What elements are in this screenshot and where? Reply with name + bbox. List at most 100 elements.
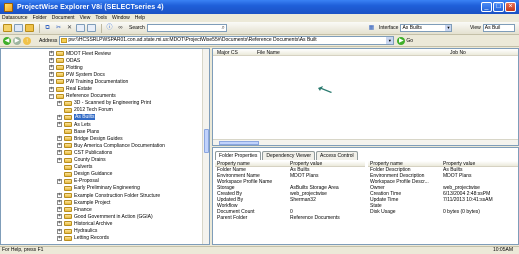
expand-icon[interactable]: +: [49, 86, 54, 92]
tree-item[interactable]: + Hydraulics: [57, 228, 97, 235]
expand-icon[interactable]: +: [49, 79, 54, 85]
expand-icon[interactable]: +: [57, 143, 62, 149]
tree-item[interactable]: +3D - Scanned by Engineering Print: [57, 100, 151, 107]
title-bar[interactable]: ProjectWise Explorer V8i (SELECTseries 4…: [0, 0, 519, 14]
expand-icon[interactable]: +: [57, 214, 62, 220]
paste-icon[interactable]: ✂: [54, 24, 63, 32]
expand-icon[interactable]: +: [57, 157, 62, 163]
address-input[interactable]: pw:\\HCSSRLPWSPAR01.con.ad.state.mi.us:M…: [59, 36, 395, 45]
minimize-button[interactable]: _: [481, 2, 492, 12]
menu-window[interactable]: Window: [112, 15, 130, 21]
tree-item[interactable]: + PW System Docs: [49, 71, 105, 78]
expand-icon[interactable]: +: [57, 122, 62, 127]
expand-icon[interactable]: +: [57, 200, 62, 206]
tree-item[interactable]: + CST Publications: [57, 149, 112, 156]
expand-icon[interactable]: +: [57, 193, 62, 198]
tree-item[interactable]: + ODAS: [49, 57, 80, 64]
expand-icon[interactable]: +: [57, 178, 62, 184]
expand-icon[interactable]: +: [57, 150, 62, 156]
menu-tools[interactable]: Tools: [95, 15, 107, 21]
tree-item[interactable]: + Example Project: [57, 199, 110, 206]
tree-item[interactable]: Design Guidance: [57, 171, 112, 178]
info-icon[interactable]: ⓘ: [105, 24, 114, 32]
tree-item[interactable]: + County Drains: [57, 157, 106, 164]
back-arrow-icon[interactable]: ◀: [3, 36, 11, 45]
tab-dependency-viewer[interactable]: Dependency Viewer: [262, 151, 316, 160]
expand-icon[interactable]: +: [57, 228, 62, 234]
tree-item[interactable]: Culverts: [57, 164, 92, 171]
tree-item[interactable]: Base Plans: [57, 128, 99, 135]
folder-icon: [64, 107, 72, 113]
menu-help[interactable]: Help: [135, 15, 145, 21]
expand-icon[interactable]: +: [57, 136, 62, 142]
tree-item[interactable]: + Finance: [57, 206, 92, 213]
binoculars-icon[interactable]: ∞: [116, 24, 125, 32]
view-dropdown[interactable]: As Buil: [482, 24, 515, 32]
column-major-cs[interactable]: Major CS: [217, 50, 238, 56]
expand-icon[interactable]: +: [49, 72, 54, 78]
menu-document[interactable]: Document: [52, 15, 75, 21]
tree-scrollbar[interactable]: [202, 49, 209, 244]
up-folder-icon[interactable]: ↑: [23, 36, 31, 45]
scrollbar-thumb[interactable]: [204, 129, 209, 153]
new-document-icon[interactable]: [14, 24, 23, 32]
tree-item[interactable]: + Letting Records: [57, 235, 109, 242]
tree-item[interactable]: + As Lets: [57, 121, 91, 128]
copy-icon[interactable]: ⧉: [43, 24, 52, 32]
tree-item[interactable]: + Historical Archive: [57, 220, 112, 227]
menu-datasource[interactable]: Datasource: [2, 15, 28, 21]
delete-icon[interactable]: ✕: [65, 24, 74, 32]
expand-icon[interactable]: +: [57, 207, 62, 213]
search-icon[interactable]: ⌕: [221, 25, 224, 31]
menu-view[interactable]: View: [80, 15, 91, 21]
tree-item[interactable]: + MDOT Fleet Review: [49, 50, 111, 57]
tree-item[interactable]: − Reference Documents: [49, 93, 116, 100]
tree-item[interactable]: + As Builts: [57, 114, 96, 121]
expand-icon[interactable]: +: [57, 114, 62, 120]
list-view-icon[interactable]: [76, 24, 85, 32]
expand-icon[interactable]: +: [49, 58, 54, 64]
scrollbar-thumb[interactable]: [219, 141, 259, 145]
folder-icon[interactable]: [25, 24, 34, 32]
tab-folder-properties[interactable]: Folder Properties: [215, 151, 262, 160]
expand-icon[interactable]: +: [57, 100, 62, 106]
folder-icon: [64, 143, 72, 149]
tree-item[interactable]: + Example Construction Folder Structure: [57, 192, 160, 199]
details-view-icon[interactable]: [87, 24, 96, 32]
collapse-icon[interactable]: −: [49, 93, 54, 99]
property-row[interactable]: Disk Usage 0 bytes (0 bytes): [368, 209, 518, 215]
tree-item[interactable]: 2012 Tech Forum: [57, 107, 113, 114]
maximize-button[interactable]: □: [493, 2, 504, 12]
go-button[interactable]: ▶ Go: [397, 36, 413, 45]
property-name: Parent Folder: [217, 215, 248, 221]
column-job-no[interactable]: Job No: [450, 50, 466, 56]
tree-item[interactable]: + Good Government in Action (GGIA): [57, 213, 153, 220]
tree-item[interactable]: + E-Proposal: [57, 178, 99, 185]
toolbar: ⧉ ✂ ✕ ⓘ ∞ Search ⌕ ▦ Interface As Builts…: [0, 22, 519, 35]
tree-item-label: CST Publications: [74, 149, 113, 156]
tree-item[interactable]: + Bridge Design Guides: [57, 135, 123, 142]
menu-folder[interactable]: Folder: [33, 15, 47, 21]
tree-item[interactable]: + Real Estate: [49, 86, 92, 93]
tree-item[interactable]: Early Preliminary Engineering: [57, 185, 140, 192]
column-file-name[interactable]: File Name: [257, 50, 280, 56]
close-button[interactable]: ×: [505, 2, 516, 12]
expand-icon[interactable]: +: [57, 221, 62, 227]
list-scrollbar[interactable]: [213, 139, 518, 145]
tree-item[interactable]: + PW Training Documentation: [49, 78, 128, 85]
chevron-down-icon[interactable]: ▼: [445, 25, 452, 31]
forward-arrow-icon[interactable]: ▶: [13, 36, 21, 45]
tab-access-control[interactable]: Access Control: [316, 151, 358, 160]
expand-icon[interactable]: +: [49, 51, 54, 56]
tree-item[interactable]: + Buy America Compliance Documentation: [57, 142, 165, 149]
cursor-arrow-icon: [318, 86, 332, 93]
expand-icon[interactable]: +: [49, 65, 54, 71]
open-folder-icon[interactable]: [3, 24, 12, 32]
window-controls: _ □ ×: [481, 2, 516, 12]
property-row[interactable]: Parent Folder Reference Documents: [215, 215, 365, 221]
tree-item[interactable]: + Plotting: [49, 64, 83, 71]
search-input[interactable]: ⌕: [146, 24, 227, 32]
expand-icon[interactable]: +: [57, 235, 62, 241]
chevron-down-icon[interactable]: ▼: [386, 37, 394, 44]
interface-dropdown[interactable]: As Builts ▼: [400, 24, 453, 32]
